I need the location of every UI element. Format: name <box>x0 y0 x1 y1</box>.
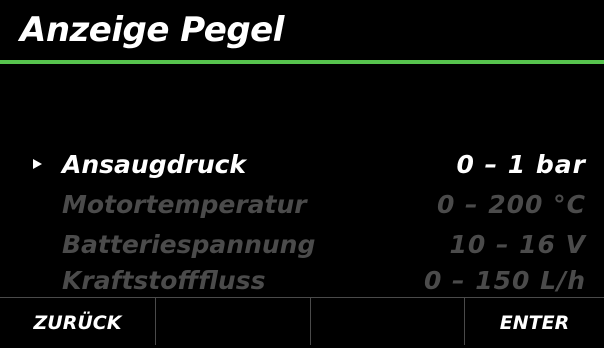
menu-item-range: 0 – 1 bar <box>456 150 586 179</box>
back-softkey[interactable]: ZURÜCK <box>0 298 156 345</box>
menu-item-motortemperatur[interactable]: Motortemperatur 0 – 200 °C <box>0 190 604 226</box>
menu-item-label: Batteriespannung <box>62 230 316 259</box>
menu-item-range: 10 – 16 V <box>449 230 586 259</box>
selection-pointer-icon <box>33 159 42 169</box>
title-divider <box>0 60 604 64</box>
menu-item-ansaugdruck[interactable]: Ansaugdruck 0 – 1 bar <box>0 150 604 186</box>
screen: Anzeige Pegel Ansaugdruck 0 – 1 bar Moto… <box>0 0 604 345</box>
softkey-2[interactable] <box>156 298 311 345</box>
menu-item-label: Motortemperatur <box>62 190 307 219</box>
menu-item-range: 0 – 200 °C <box>436 190 586 219</box>
softkey-3[interactable] <box>311 298 465 345</box>
softkey-bar: ZURÜCK ENTER <box>0 297 604 345</box>
enter-softkey[interactable]: ENTER <box>465 298 604 345</box>
menu-item-label: Kraftstofffluss <box>62 266 266 295</box>
page-title: Anzeige Pegel <box>20 10 284 50</box>
menu-item-label: Ansaugdruck <box>62 150 247 179</box>
menu-item-batteriespannung[interactable]: Batteriespannung 10 – 16 V <box>0 230 604 266</box>
menu-item-range: 0 – 150 L/h <box>423 266 586 295</box>
